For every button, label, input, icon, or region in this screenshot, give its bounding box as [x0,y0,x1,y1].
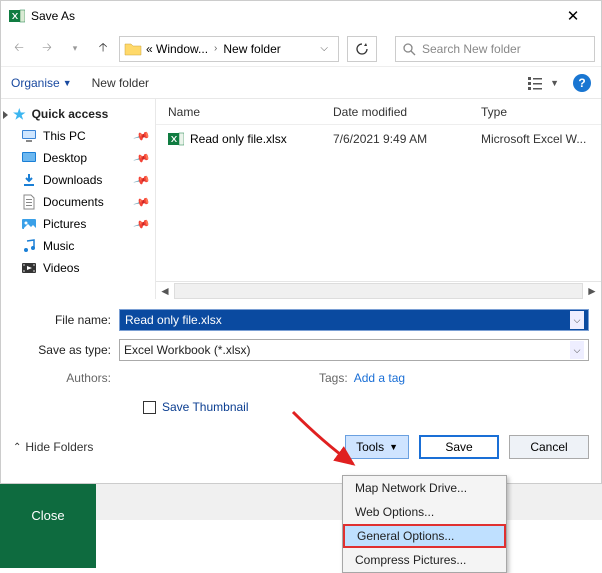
hide-folders-button[interactable]: ⌃ Hide Folders [13,440,93,454]
file-type: Microsoft Excel W... [481,132,601,146]
breadcrumb[interactable]: « Window... › New folder ⌵ [119,36,339,62]
scroll-right-icon[interactable]: ► [583,284,601,298]
sidebar-item-pictures[interactable]: Pictures 📌 [1,213,155,235]
filename-label: File name: [13,313,119,327]
sidebar: ★ Quick access This PC 📌 Desktop 📌 Downl… [1,99,156,299]
pin-icon: 📌 [133,127,151,145]
refresh-icon [355,42,369,56]
close-label[interactable]: Close [31,508,64,523]
savetype-label: Save as type: [13,343,119,357]
path-current: New folder [223,42,280,56]
menu-map-network-drive[interactable]: Map Network Drive... [343,476,506,500]
save-button[interactable]: Save [419,435,499,459]
music-icon [21,238,37,254]
search-input[interactable]: Search New folder [395,36,595,62]
form-area: File name: Read only file.xlsx ⌵ Save as… [1,299,601,427]
path-dropdown-icon[interactable]: ⌵ [314,43,334,54]
filename-value: Read only file.xlsx [122,313,225,327]
chevron-down-icon[interactable]: ⌵ [570,311,584,329]
sidebar-item-downloads[interactable]: Downloads 📌 [1,169,155,191]
search-icon [402,42,416,56]
nav-bar: 🡠 🡢 ▾ 🡡 « Window... › New folder ⌵ Searc… [1,31,601,67]
recent-dropdown[interactable]: ▾ [63,37,87,61]
download-icon [21,172,37,188]
path-prefix: « Window... [146,42,208,56]
view-options-button[interactable]: ▼ [528,76,559,90]
col-name[interactable]: Name [168,105,333,119]
titlebar: Save As ✕ [1,1,601,31]
help-button[interactable]: ? [573,74,591,92]
file-name: Read only file.xlsx [190,132,287,146]
close-button[interactable]: ✕ [553,7,593,25]
chevron-down-icon: ▼ [389,442,398,452]
menu-web-options[interactable]: Web Options... [343,500,506,524]
menu-general-options[interactable]: General Options... [343,524,506,548]
scroll-track[interactable] [174,283,583,299]
refresh-button[interactable] [347,36,377,62]
chevron-down-icon[interactable]: ⌵ [570,341,584,359]
col-date[interactable]: Date modified [333,105,481,119]
tags-label: Tags: [319,371,354,385]
pictures-icon [21,216,37,232]
scroll-left-icon[interactable]: ◄ [156,284,174,298]
save-thumbnail-checkbox[interactable] [143,401,156,414]
menu-compress-pictures[interactable]: Compress Pictures... [343,548,506,572]
chevron-up-icon: ⌃ [13,442,21,453]
tools-menu: Map Network Drive... Web Options... Gene… [342,475,507,573]
column-headers[interactable]: Name Date modified Type [156,99,601,125]
pin-icon: 📌 [133,215,151,233]
folder-icon [124,40,142,58]
new-folder-button[interactable]: New folder [92,76,149,90]
savetype-select[interactable]: Excel Workbook (*.xlsx) ⌵ [119,339,589,361]
sidebar-item-quick-access[interactable]: ★ Quick access [1,103,155,125]
chevron-down-icon: ▼ [550,78,559,88]
excel-icon [9,8,25,24]
file-row[interactable]: Read only file.xlsx 7/6/2021 9:49 AM Mic… [156,125,601,153]
col-type[interactable]: Type [481,105,601,119]
back-button[interactable]: 🡠 [7,37,31,61]
star-icon: ★ [13,106,26,123]
footer: ⌃ Hide Folders Tools ▼ Save Cancel [1,427,601,467]
window-title: Save As [31,9,75,23]
sidebar-item-music[interactable]: Music [1,235,155,257]
forward-button[interactable]: 🡢 [35,37,59,61]
document-icon [21,194,37,210]
pin-icon: 📌 [133,193,151,211]
chevron-down-icon: ▼ [63,78,72,88]
excel-sidebar-bg: Close [0,484,96,568]
sidebar-item-this-pc[interactable]: This PC 📌 [1,125,155,147]
view-icon [528,76,548,90]
sidebar-item-desktop[interactable]: Desktop 📌 [1,147,155,169]
cancel-button[interactable]: Cancel [509,435,589,459]
sidebar-item-videos[interactable]: Videos [1,257,155,279]
savetype-value: Excel Workbook (*.xlsx) [120,343,250,357]
save-thumbnail-label: Save Thumbnail [162,400,249,414]
body-split: ★ Quick access This PC 📌 Desktop 📌 Downl… [1,99,601,299]
horizontal-scrollbar[interactable]: ◄ ► [156,281,601,299]
desktop-icon [21,150,37,166]
toolbar: Organise ▼ New folder ▼ ? [1,67,601,99]
up-button[interactable]: 🡡 [91,37,115,61]
pc-icon [21,128,37,144]
filename-input[interactable]: Read only file.xlsx ⌵ [119,309,589,331]
tools-button[interactable]: Tools ▼ [345,435,409,459]
search-placeholder: Search New folder [422,42,521,56]
pin-icon: 📌 [133,149,151,167]
excel-file-icon [168,131,184,147]
sidebar-item-documents[interactable]: Documents 📌 [1,191,155,213]
file-pane: Name Date modified Type Read only file.x… [156,99,601,299]
save-as-dialog: Save As ✕ 🡠 🡢 ▾ 🡡 « Window... › New fold… [0,0,602,484]
file-date: 7/6/2021 9:49 AM [333,132,481,146]
pin-icon: 📌 [133,171,151,189]
organise-menu[interactable]: Organise ▼ [11,76,72,90]
chevron-right-icon: › [212,43,219,54]
authors-label: Authors: [13,371,119,385]
add-tag-link[interactable]: Add a tag [354,371,405,385]
video-icon [21,260,37,276]
